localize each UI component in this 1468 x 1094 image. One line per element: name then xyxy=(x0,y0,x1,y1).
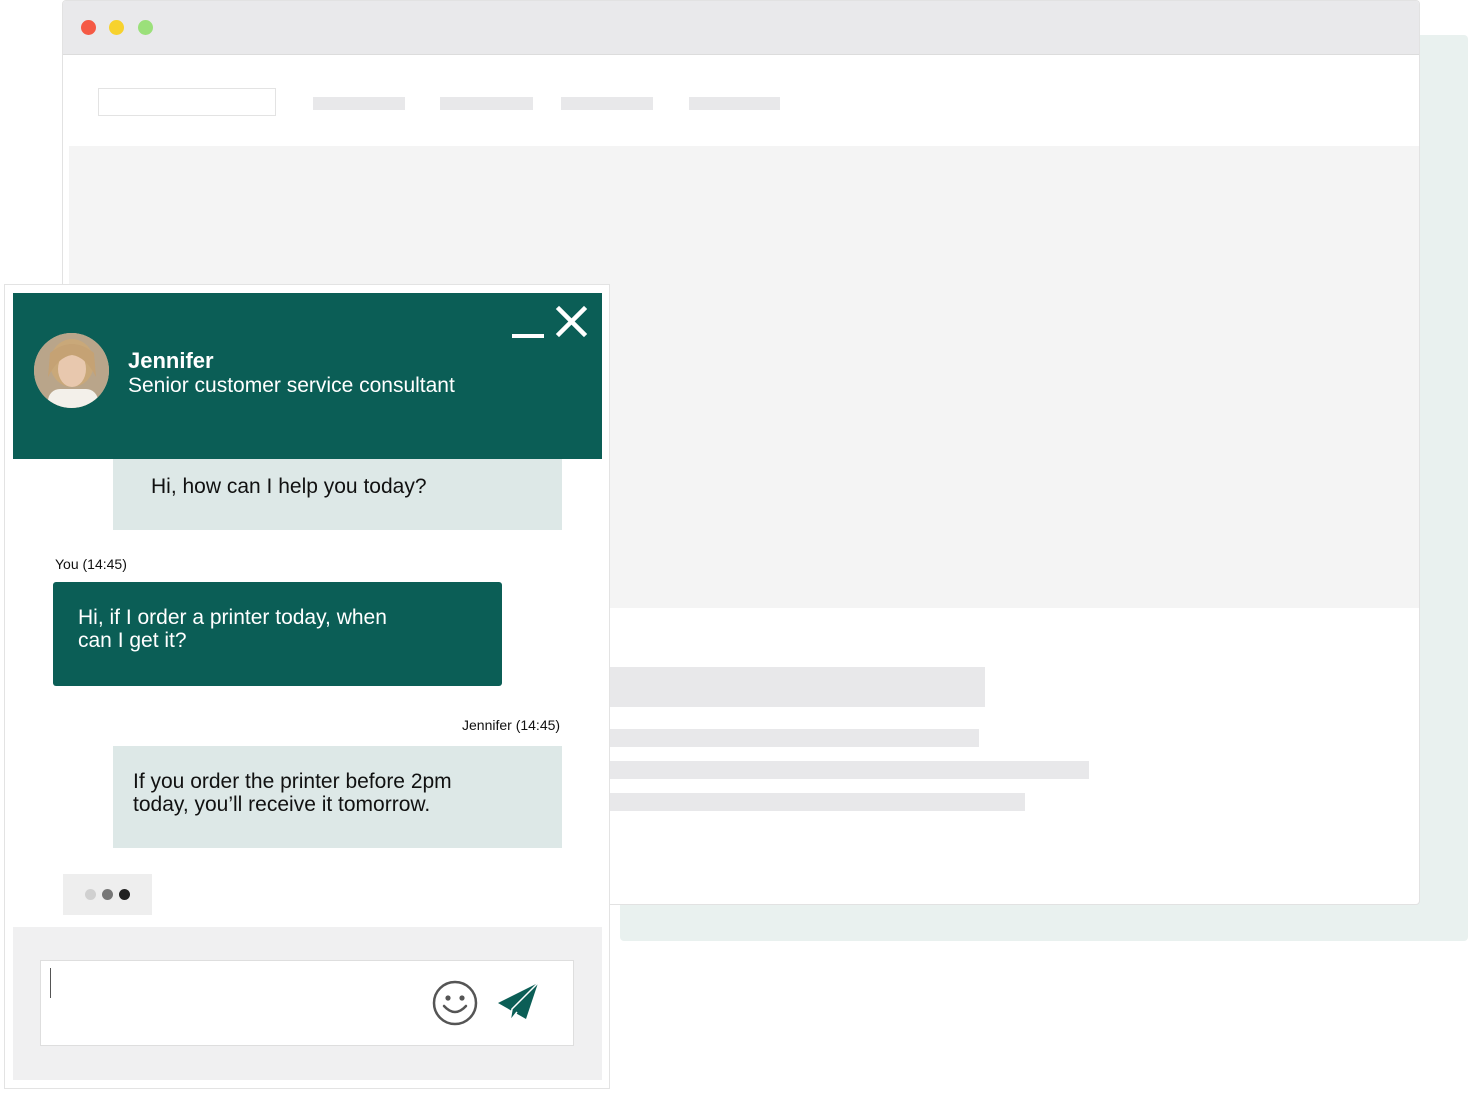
message-text: Hi, if I order a printer today, when can… xyxy=(78,606,387,652)
nav-placeholder-1[interactable] xyxy=(313,97,405,110)
window-close-dot[interactable] xyxy=(81,20,96,35)
text-caret xyxy=(50,968,51,998)
agent-photo-icon xyxy=(34,333,109,408)
window-minimize-dot[interactable] xyxy=(109,20,124,35)
typing-indicator xyxy=(63,874,152,915)
message-composer xyxy=(13,927,602,1080)
user-message: Hi, if I order a printer today, when can… xyxy=(53,582,502,686)
close-icon xyxy=(555,305,588,338)
chat-widget: Jennifer Senior customer service consult… xyxy=(4,284,610,1089)
text-line-placeholder xyxy=(583,761,1089,779)
message-text: Hi, how can I help you today? xyxy=(151,475,427,498)
heading-placeholder xyxy=(583,667,985,707)
window-maximize-dot[interactable] xyxy=(138,20,153,35)
close-button[interactable] xyxy=(553,303,591,341)
text-line-placeholder xyxy=(583,729,979,747)
agent-name: Jennifer xyxy=(128,348,214,373)
emoji-button[interactable] xyxy=(431,979,479,1027)
typing-dot xyxy=(119,889,130,900)
agent-message: Hi, how can I help you today? xyxy=(113,459,562,530)
message-meta: You (14:45) xyxy=(55,556,127,572)
smiley-icon xyxy=(432,980,478,1026)
paper-plane-icon xyxy=(498,982,539,1022)
nav-placeholder-4[interactable] xyxy=(689,97,780,110)
minimize-button[interactable] xyxy=(509,311,547,341)
typing-dot xyxy=(85,889,96,900)
agent-role: Senior customer service consultant xyxy=(128,374,455,397)
avatar xyxy=(34,333,109,408)
site-search-placeholder[interactable] xyxy=(98,88,276,116)
send-button[interactable] xyxy=(496,981,542,1025)
message-input[interactable] xyxy=(40,960,574,1046)
nav-placeholder-3[interactable] xyxy=(561,97,653,110)
message-text: If you order the printer before 2pm toda… xyxy=(133,770,452,816)
message-meta: Jennifer (14:45) xyxy=(462,717,561,733)
browser-titlebar xyxy=(63,1,1419,55)
chat-header: Jennifer Senior customer service consult… xyxy=(13,293,602,459)
nav-placeholder-2[interactable] xyxy=(440,97,533,110)
text-line-placeholder xyxy=(583,793,1025,811)
agent-message: If you order the printer before 2pm toda… xyxy=(113,746,562,848)
typing-dot xyxy=(102,889,113,900)
minimize-icon xyxy=(512,334,544,338)
